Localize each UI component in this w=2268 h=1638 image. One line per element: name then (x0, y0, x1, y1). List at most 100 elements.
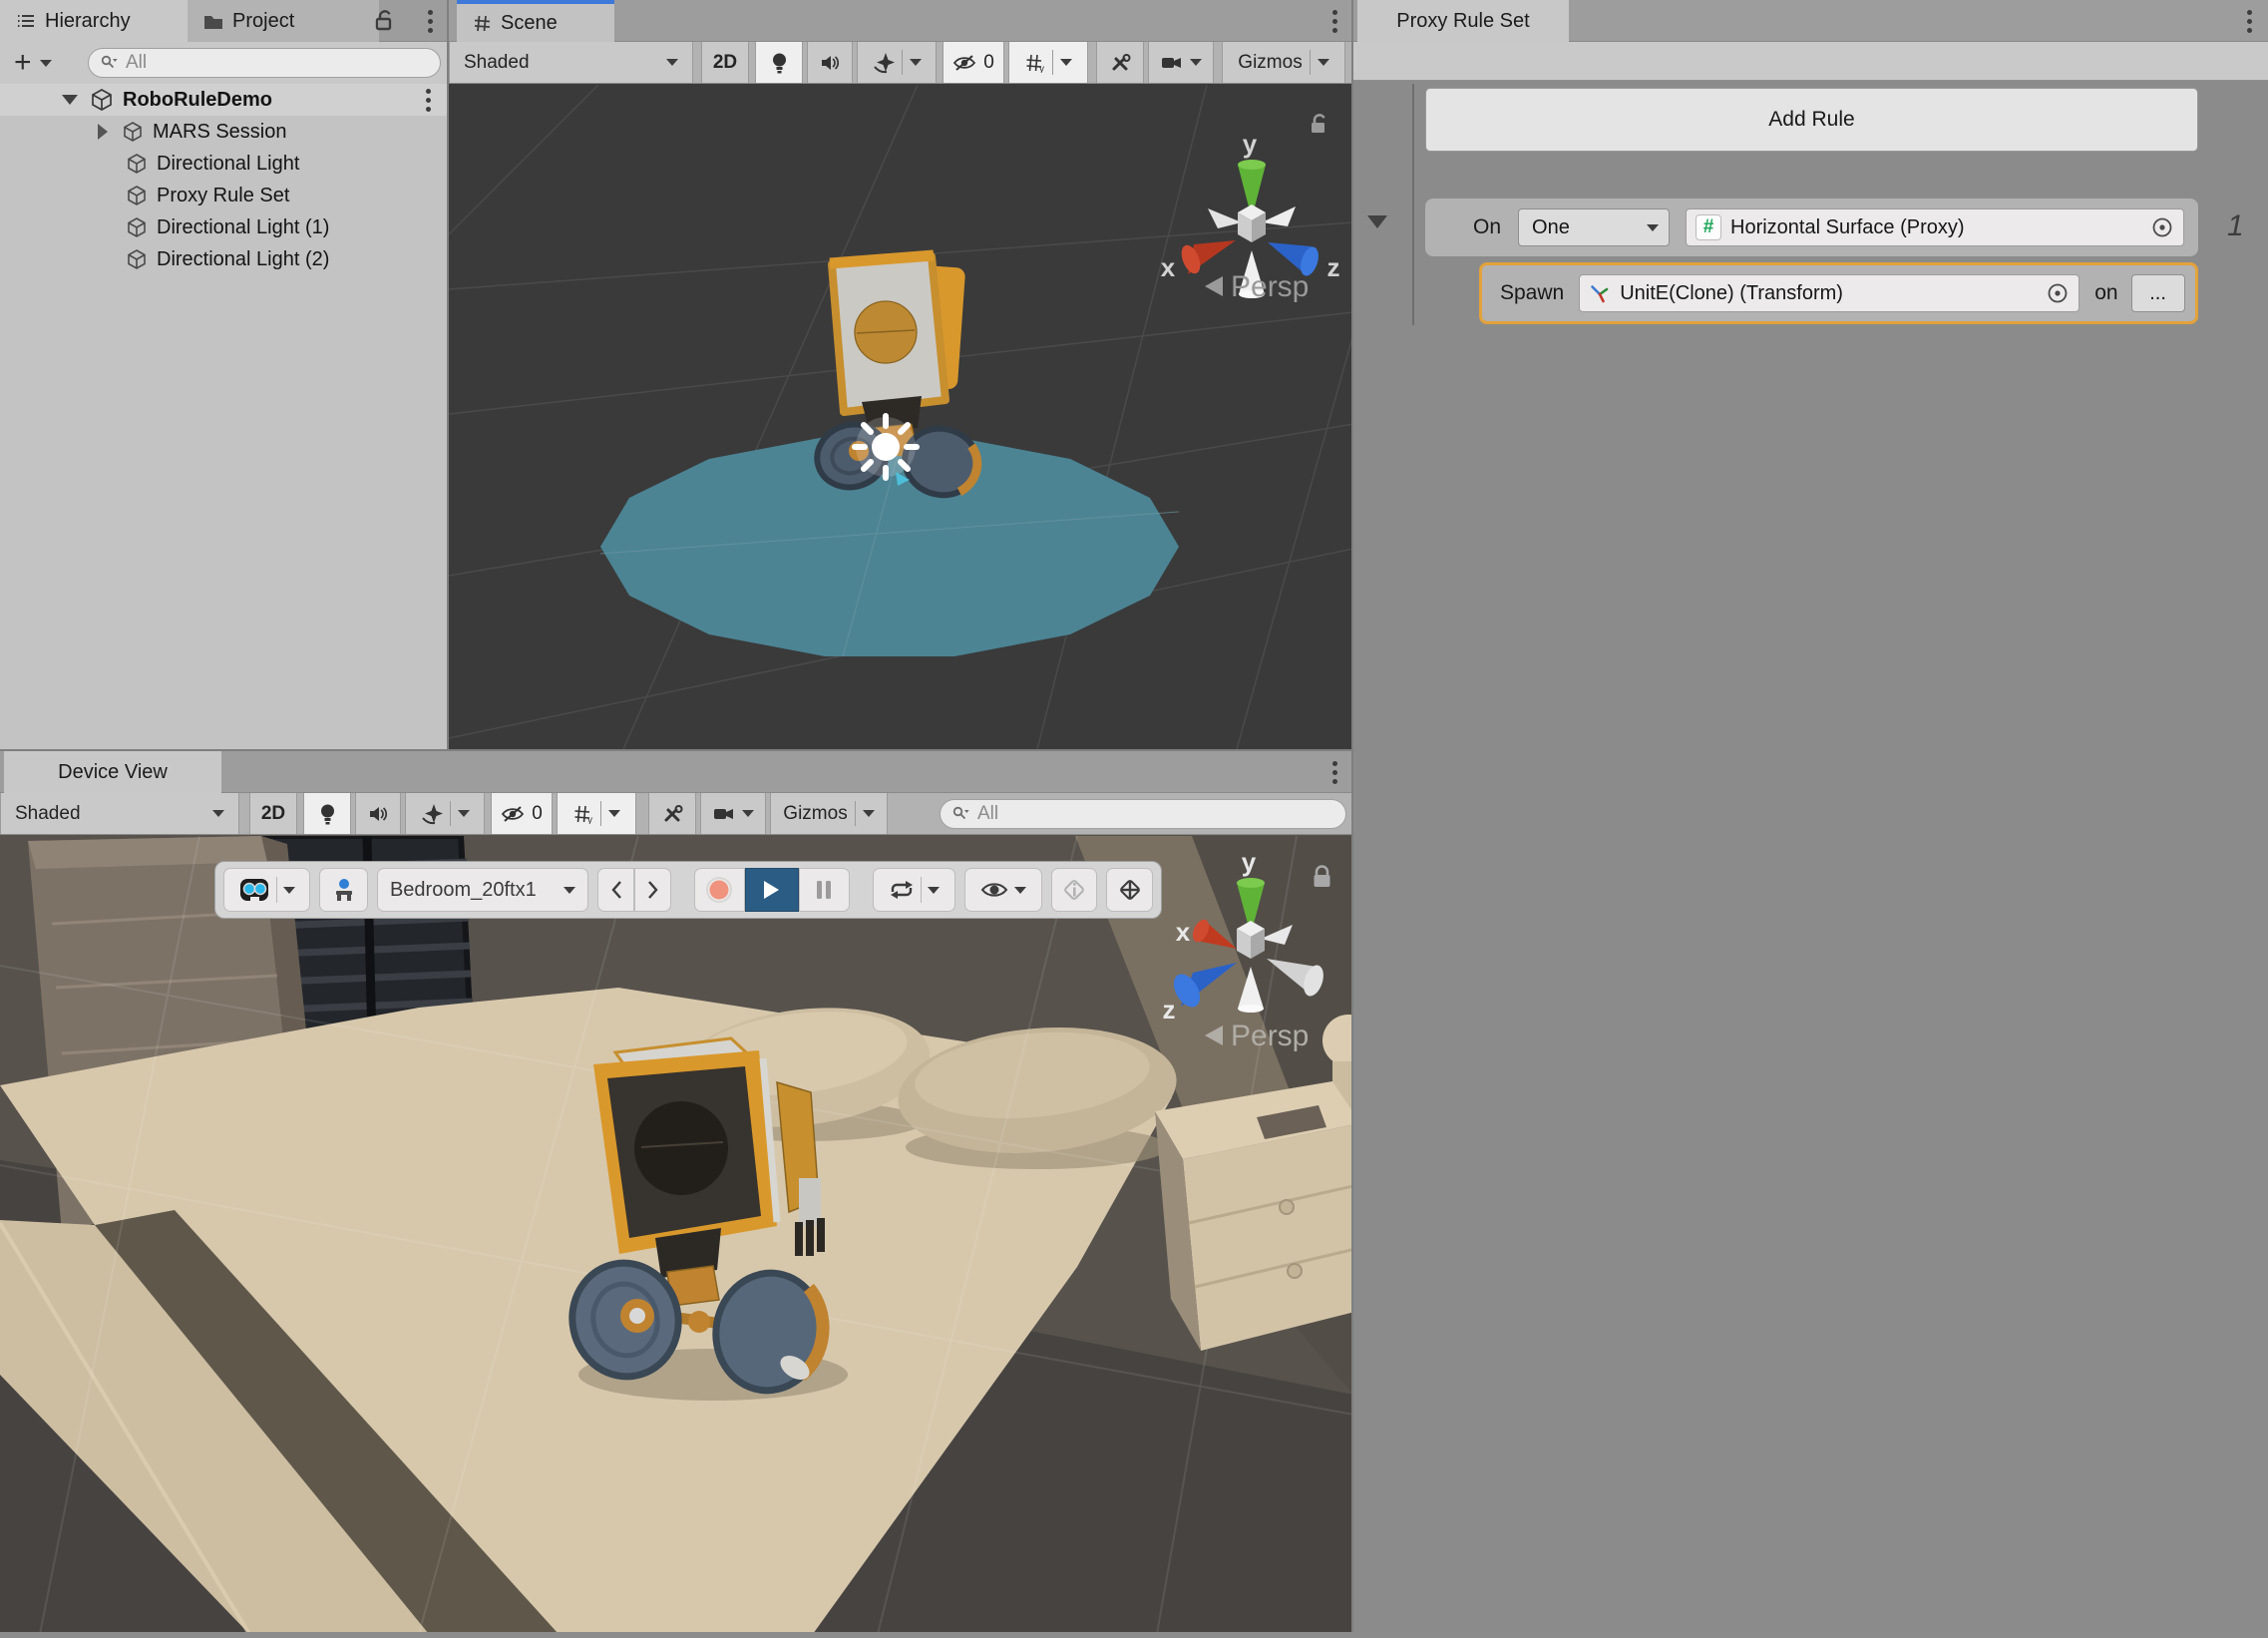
previous-environment-button[interactable] (597, 868, 635, 912)
simulation-info-button[interactable] (1050, 868, 1098, 912)
toggle-2d-button[interactable]: 2D (701, 42, 749, 83)
hidden-objects-button[interactable]: 0 (491, 793, 553, 834)
device-viewport[interactable]: y x z Persp (0, 836, 1353, 1632)
component-tools-button[interactable] (1096, 42, 1144, 83)
device-view-panel: Device View Shaded 2D 0 y Gizmos All y x… (0, 749, 1353, 1632)
lock-open-icon[interactable] (373, 9, 395, 33)
foldout-expanded-icon[interactable] (62, 95, 78, 105)
scene-menu-icon[interactable] (1331, 10, 1337, 34)
axis-x-label[interactable]: x (1161, 252, 1176, 282)
unity-scene-icon (92, 89, 112, 111)
scene-effects-button[interactable] (857, 42, 937, 83)
tree-row-gameobject[interactable]: Directional Light (2) (0, 243, 447, 275)
device-search-input[interactable]: All (940, 799, 1346, 829)
persp-text: Persp (1231, 1020, 1309, 1052)
proxy-hash-icon: # (1696, 214, 1722, 240)
chevron-down-icon[interactable] (1317, 59, 1329, 66)
rule-action-row[interactable]: Spawn UnitE(Clone) (Transform) on ... (1479, 262, 2198, 324)
view-options-button[interactable] (964, 868, 1042, 912)
tree-row-scene[interactable]: RoboRuleDemo (0, 84, 447, 116)
chevron-down-icon[interactable] (927, 886, 940, 894)
proxy-menu-icon[interactable] (2246, 10, 2252, 34)
hierarchy-menu-icon[interactable] (427, 10, 433, 34)
scene-viewport[interactable]: y x z Persp (449, 85, 1353, 749)
pause-button[interactable] (799, 868, 850, 912)
grid-icon: y (573, 805, 592, 824)
scene-lighting-button[interactable] (303, 793, 351, 834)
hidden-objects-button[interactable]: 0 (943, 42, 1004, 83)
axis-z-label[interactable]: z (1327, 252, 1340, 282)
axis-z-label[interactable]: z (1163, 995, 1176, 1024)
chevron-down-icon[interactable] (607, 810, 620, 817)
gizmos-dropdown[interactable]: Gizmos (770, 793, 888, 834)
tree-row-gameobject[interactable]: Directional Light (1) (0, 211, 447, 243)
scene-camera-button[interactable] (700, 793, 766, 834)
recenter-target-button[interactable] (1106, 868, 1154, 912)
grid-visibility-button[interactable]: y (557, 793, 636, 834)
scene-row-menu-icon[interactable] (425, 89, 431, 113)
create-object-caret-icon[interactable] (39, 59, 52, 67)
tree-row-gameobject[interactable]: MARS Session (0, 116, 447, 148)
spawn-object-field[interactable]: UnitE(Clone) (Transform) (1579, 274, 2080, 312)
search-icon (952, 806, 969, 820)
chevron-down-icon[interactable] (862, 810, 875, 817)
device-search-value: All (977, 803, 999, 824)
chevron-down-icon[interactable] (909, 59, 922, 66)
shading-mode-dropdown[interactable]: Shaded (449, 42, 693, 83)
scene-camera-button[interactable] (1148, 42, 1214, 83)
tab-device-view[interactable]: Device View (4, 751, 221, 793)
rule-quantifier-dropdown[interactable]: One (1518, 208, 1671, 246)
nightstand[interactable] (1155, 1081, 1353, 1351)
scene-effects-button[interactable] (405, 793, 485, 834)
info-diamond-icon (1064, 880, 1084, 900)
tab-proxy-rule-set[interactable]: Proxy Rule Set (1357, 0, 1569, 42)
object-picker-icon[interactable] (2046, 281, 2070, 305)
object-picker-icon[interactable] (2150, 215, 2174, 239)
rule-more-button[interactable]: ... (2130, 274, 2185, 312)
chevron-down-icon[interactable] (1189, 59, 1202, 66)
simulation-environment-user-button[interactable] (319, 868, 368, 912)
loop-mode-button[interactable] (872, 868, 956, 912)
on-label: On (1473, 215, 1502, 238)
gizmos-dropdown[interactable]: Gizmos (1222, 42, 1345, 83)
tab-project[interactable]: Project (188, 0, 379, 42)
chevron-down-icon (666, 59, 678, 66)
chevron-down-icon[interactable] (457, 810, 470, 817)
tab-hierarchy[interactable]: Hierarchy (0, 0, 188, 42)
rule-condition-object-field[interactable]: # Horizontal Surface (Proxy) (1686, 208, 2184, 246)
chevron-down-icon[interactable] (1013, 886, 1026, 894)
scene-audio-button[interactable] (355, 793, 401, 834)
record-button[interactable] (694, 868, 745, 912)
chevron-down-icon[interactable] (741, 810, 754, 817)
spawn-object-name: UnitE(Clone) (Transform) (1620, 281, 1843, 304)
axis-x-label[interactable]: x (1176, 917, 1191, 947)
axis-y-label[interactable]: y (1242, 847, 1257, 877)
grid-icon: y (1025, 54, 1044, 73)
shading-mode-label: Shaded (15, 802, 81, 824)
add-rule-button[interactable]: Add Rule (1425, 88, 2198, 152)
foldout-collapsed-icon[interactable] (98, 124, 108, 140)
create-object-button[interactable]: + (14, 48, 32, 78)
next-environment-button[interactable] (634, 868, 672, 912)
grid-visibility-button[interactable]: y (1008, 42, 1088, 83)
scene-lighting-button[interactable] (755, 42, 803, 83)
spawn-label: Spawn (1500, 281, 1565, 304)
scene-audio-button[interactable] (807, 42, 853, 83)
tree-row-gameobject[interactable]: Directional Light (0, 148, 447, 180)
play-button[interactable] (744, 868, 800, 912)
tree-row-label: MARS Session (153, 120, 287, 143)
rule-foldout-icon[interactable] (1367, 215, 1387, 228)
chevron-down-icon[interactable] (1059, 59, 1072, 66)
lightbulb-icon (772, 53, 786, 73)
tree-row-gameobject[interactable]: Proxy Rule Set (0, 180, 447, 211)
shading-mode-dropdown[interactable]: Shaded (0, 793, 239, 834)
tab-scene[interactable]: Scene (457, 0, 614, 42)
toggle-2d-button[interactable]: 2D (249, 793, 297, 834)
axis-y-label[interactable]: y (1243, 129, 1258, 159)
chevron-down-icon[interactable] (283, 886, 296, 894)
hierarchy-search-input[interactable]: All (88, 48, 441, 78)
environment-dropdown[interactable]: Bedroom_20ftx1 (376, 868, 589, 912)
component-tools-button[interactable] (648, 793, 696, 834)
device-menu-icon[interactable] (1331, 761, 1337, 785)
simulation-device-mode-button[interactable] (223, 868, 311, 912)
